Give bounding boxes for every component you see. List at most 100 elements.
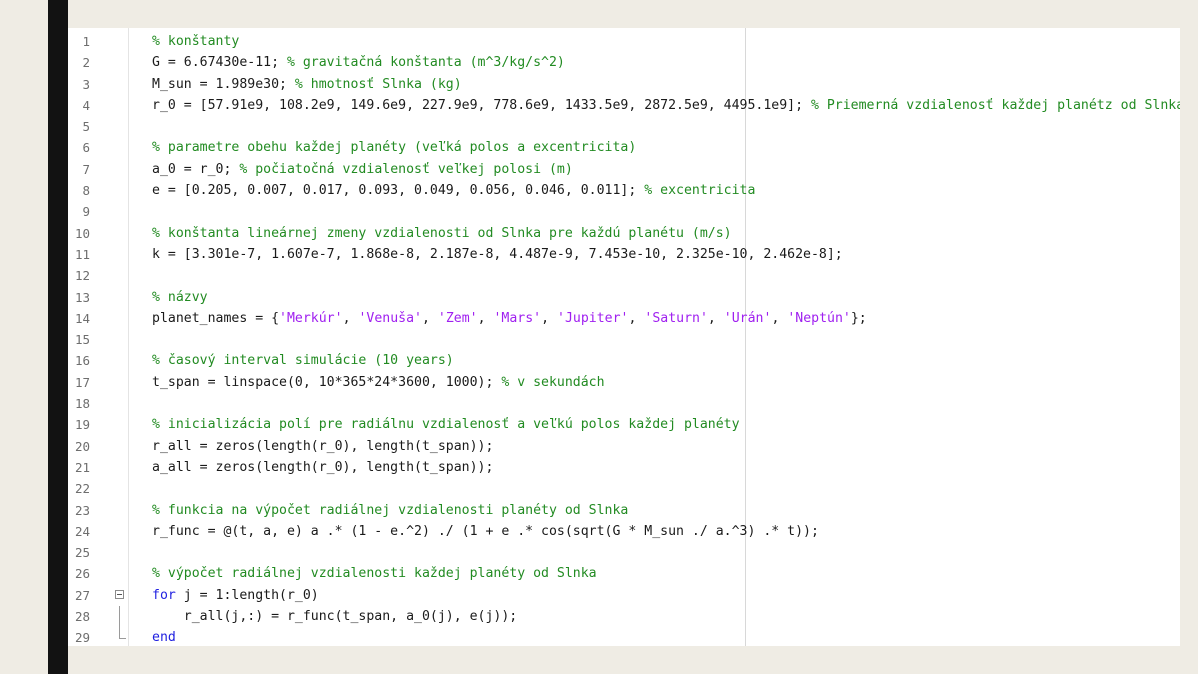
line-number: 22 xyxy=(74,481,90,497)
code-line[interactable]: 18 xyxy=(68,393,1180,414)
comment-token: % funkcia na výpočet radiálnej vzdialeno… xyxy=(152,502,629,518)
line-number: 1 xyxy=(82,34,90,49)
code-text[interactable]: planet_names = {'Merkúr', 'Venuša', 'Zem… xyxy=(152,308,867,329)
code-line[interactable]: 21 a_all = zeros(length(r_0), length(t_sp… xyxy=(68,457,1180,478)
code-line[interactable]: 10 % konštanta lineárnej zmeny vzdialenos… xyxy=(68,223,1180,244)
code-token: G = 6.67430e-11; xyxy=(152,55,287,71)
code-token: , xyxy=(707,310,724,326)
code-token: , xyxy=(771,310,788,326)
code-editor[interactable]: 1 % konštanty 2 G = 6.67430e-11; % gravitač… xyxy=(68,28,1180,646)
line-number: 15 xyxy=(74,332,90,348)
code-token: r_func = @(t, a, e) a .* (1 - e.^2) ./ (… xyxy=(152,523,819,539)
code-text[interactable]: t_span = linspace(0, 10*365*24*3600, 100… xyxy=(152,372,605,393)
line-number: 12 xyxy=(74,268,90,284)
line-number: 26 xyxy=(74,566,90,582)
code-line[interactable]: 13 % názvy xyxy=(68,287,1180,308)
code-line[interactable]: 14 planet_names = {'Merkúr', 'Venuša', 'Z… xyxy=(68,308,1180,329)
fold-guide-line xyxy=(119,606,120,628)
code-text[interactable]: M_sun = 1.989e30; % hmotnosť Slnka (kg) xyxy=(152,74,462,95)
code-text[interactable]: a_all = zeros(length(r_0), length(t_span… xyxy=(152,457,493,478)
code-line[interactable]: 28 r_all(j,:) = r_func(t_span, a_0(j), e… xyxy=(68,606,1180,628)
line-number: 11 xyxy=(74,246,90,262)
code-token: a_0 = r_0; xyxy=(152,161,240,177)
code-line[interactable]: 17 t_span = linspace(0, 10*365*24*3600, 1… xyxy=(68,372,1180,393)
line-number: 19 xyxy=(74,417,90,433)
fold-toggle-icon[interactable] xyxy=(115,589,124,599)
code-token: M_sun = 1.989e30; xyxy=(152,76,295,92)
line-number: 16 xyxy=(74,353,90,369)
line-number: 7 xyxy=(82,161,90,177)
code-text[interactable]: % časový interval simulácie (10 years) xyxy=(152,350,454,371)
code-token: k = [3.301e-7, 1.607e-7, 1.868e-8, 2.187… xyxy=(152,246,843,262)
comment-token: % inicializácia polí pre radiálnu vzdial… xyxy=(152,417,740,433)
code-text[interactable]: e = [0.205, 0.007, 0.017, 0.093, 0.049, … xyxy=(152,180,755,201)
code-text[interactable]: a_0 = r_0; % počiatočná vzdialenosť veľk… xyxy=(152,159,573,180)
code-line[interactable]: 15 xyxy=(68,329,1180,350)
code-text[interactable]: % názvy xyxy=(152,287,208,308)
code-token: t_span = linspace(0, 10*365*24*3600, 100… xyxy=(152,374,502,390)
code-line[interactable]: 19 % inicializácia polí pre radiálnu vzdi… xyxy=(68,414,1180,435)
line-number: 27 xyxy=(74,587,90,603)
code-text[interactable]: for j = 1:length(r_0) xyxy=(152,585,319,606)
code-line[interactable]: 24 r_func = @(t, a, e) a .* (1 - e.^2) ./… xyxy=(68,521,1180,542)
code-text[interactable]: % konštanta lineárnej zmeny vzdialenosti… xyxy=(152,223,732,244)
code-text[interactable]: % funkcia na výpočet radiálnej vzdialeno… xyxy=(152,500,628,521)
code-line[interactable]: 29 end xyxy=(68,627,1180,646)
code-line[interactable]: 4 r_0 = [57.91e9, 108.2e9, 149.6e9, 227.9… xyxy=(68,95,1180,116)
code-text[interactable]: r_func = @(t, a, e) a .* (1 - e.^2) ./ (… xyxy=(152,521,819,542)
code-line[interactable]: 7 a_0 = r_0; % počiatočná vzdialenosť veľ… xyxy=(68,159,1180,180)
line-number: 10 xyxy=(74,225,90,241)
string-token: 'Merkúr' xyxy=(279,310,343,326)
comment-token: % v sekundách xyxy=(501,374,605,390)
comment-token: % konštanta lineárnej zmeny vzdialenosti… xyxy=(152,225,732,241)
line-number: 29 xyxy=(74,630,90,646)
comment-token: % názvy xyxy=(152,289,208,305)
code-text[interactable]: r_all = zeros(length(r_0), length(t_span… xyxy=(152,436,493,457)
line-number: 13 xyxy=(74,289,90,305)
line-number: 17 xyxy=(74,374,90,390)
code-line[interactable]: 9 xyxy=(68,201,1180,222)
code-line[interactable]: 22 xyxy=(68,478,1180,499)
line-number: 28 xyxy=(74,609,90,625)
code-line[interactable]: 2 G = 6.67430e-11; % gravitačná konštanta… xyxy=(68,52,1180,73)
string-token: 'Urán' xyxy=(723,310,772,326)
code-line[interactable]: 27 for j = 1:length(r_0) xyxy=(68,585,1180,606)
code-line[interactable]: 26 % výpočet radiálnej vzdialenosti každe… xyxy=(68,563,1180,584)
keyword-token: for xyxy=(152,587,176,603)
comment-token: % gravitačná konštanta (m^3/kg/s^2) xyxy=(286,55,565,71)
line-number: 25 xyxy=(74,545,90,561)
code-line[interactable]: 25 xyxy=(68,542,1180,563)
code-line[interactable]: 16 % časový interval simulácie (10 years) xyxy=(68,350,1180,371)
code-text[interactable]: % výpočet radiálnej vzdialenosti každej … xyxy=(152,563,597,584)
code-text[interactable]: k = [3.301e-7, 1.607e-7, 1.868e-8, 2.187… xyxy=(152,244,843,265)
code-line[interactable]: 8 e = [0.205, 0.007, 0.017, 0.093, 0.049,… xyxy=(68,180,1180,201)
code-token: r_all = zeros(length(r_0), length(t_span… xyxy=(152,438,494,454)
line-number: 8 xyxy=(82,183,90,199)
code-text[interactable]: % inicializácia polí pre radiálnu vzdial… xyxy=(152,414,740,435)
comment-token: % hmotnosť Slnka (kg) xyxy=(294,76,462,92)
code-token: , xyxy=(628,310,645,326)
code-line[interactable]: 3 M_sun = 1.989e30; % hmotnosť Slnka (kg) xyxy=(68,74,1180,95)
code-text[interactable]: % konštanty xyxy=(152,31,239,52)
code-line[interactable]: 20 r_all = zeros(length(r_0), length(t_sp… xyxy=(68,436,1180,457)
string-token: 'Saturn' xyxy=(644,310,708,326)
code-line[interactable]: 12 xyxy=(68,265,1180,286)
code-line[interactable]: 11 k = [3.301e-7, 1.607e-7, 1.868e-8, 2.1… xyxy=(68,244,1180,265)
line-number: 5 xyxy=(82,119,90,135)
code-line[interactable]: 5 xyxy=(68,116,1180,137)
code-text[interactable]: r_0 = [57.91e9, 108.2e9, 149.6e9, 227.9e… xyxy=(152,95,1180,116)
code-line[interactable]: 23 % funkcia na výpočet radiálnej vzdiale… xyxy=(68,500,1180,521)
code-text[interactable]: r_all(j,:) = r_func(t_span, a_0(j), e(j)… xyxy=(152,606,517,627)
string-token: 'Zem' xyxy=(437,310,478,326)
string-token: 'Mars' xyxy=(493,310,542,326)
code-line[interactable]: 1 % konštanty xyxy=(68,31,1180,52)
line-number: 3 xyxy=(82,76,90,92)
code-line[interactable]: 6 % parametre obehu každej planéty (veľká… xyxy=(68,137,1180,158)
comment-token: % Priemerná vzdialenosť každej planétz o… xyxy=(810,97,1180,113)
line-number: 2 xyxy=(82,55,90,71)
code-text[interactable]: G = 6.67430e-11; % gravitačná konštanta … xyxy=(152,52,565,73)
code-text[interactable]: end xyxy=(152,627,176,646)
code-lines[interactable]: 1 % konštanty 2 G = 6.67430e-11; % gravitač… xyxy=(68,31,1180,646)
line-number: 18 xyxy=(74,396,90,412)
code-text[interactable]: % parametre obehu každej planéty (veľká … xyxy=(152,137,636,158)
